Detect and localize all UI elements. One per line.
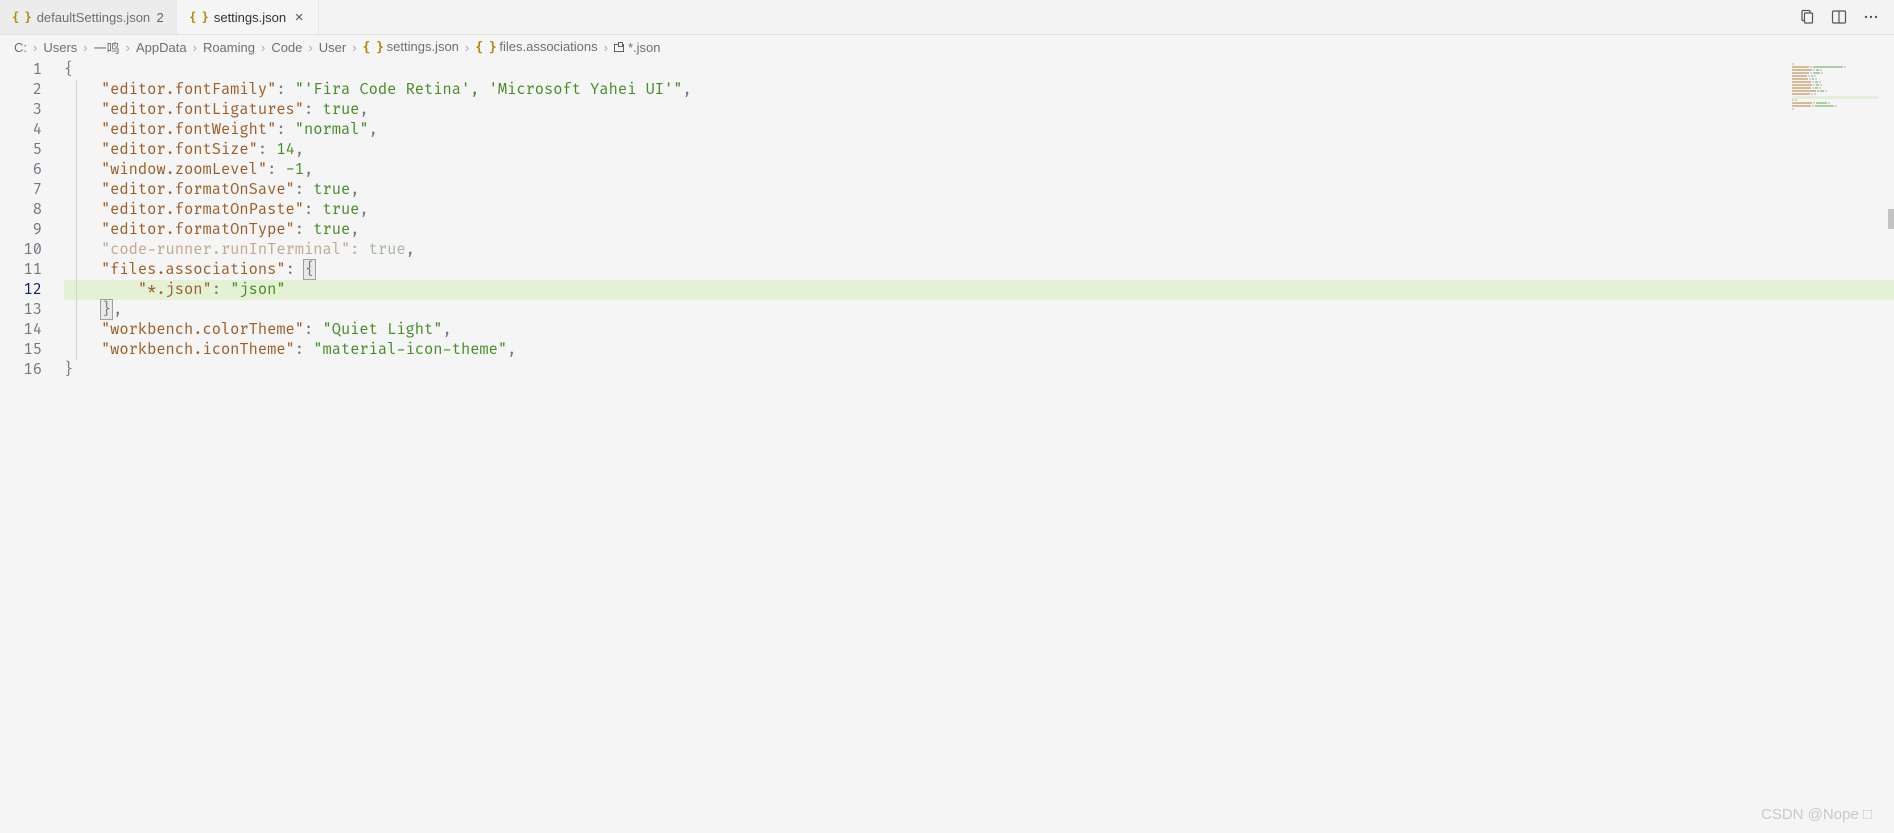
line-number-gutter: 12345678910111213141516 [0,59,64,833]
chevron-right-icon: › [465,40,469,55]
line-number: 12 [0,280,64,300]
breadcrumb-segment[interactable]: { } settings.json [363,39,459,55]
json-icon: { } [189,10,208,24]
code-line[interactable]: "window.zoomLevel": -1, [64,160,1894,180]
breadcrumb-segment[interactable]: { } files.associations [475,39,597,55]
line-number: 2 [0,80,64,100]
more-actions-icon[interactable] [1862,8,1880,26]
line-number: 16 [0,360,64,380]
code-line[interactable]: "editor.fontSize": 14, [64,140,1894,160]
minimap[interactable] [1790,61,1880,113]
code-line[interactable]: "editor.fontLigatures": true, [64,100,1894,120]
code-line[interactable]: { [64,60,1894,80]
open-changes-icon[interactable] [1798,8,1816,26]
code-line[interactable]: "workbench.iconTheme": "material-icon-th… [64,340,1894,360]
line-number: 3 [0,100,64,120]
line-number: 15 [0,340,64,360]
line-number: 13 [0,300,64,320]
breadcrumb-segment[interactable]: *.json [614,40,661,55]
code-line[interactable]: "code-runner.runInTerminal": true, [64,240,1894,260]
code-line[interactable]: "*.json": "json" [64,280,1894,300]
tab-label: defaultSettings.json [37,10,150,25]
line-number: 7 [0,180,64,200]
tab-label: settings.json [214,10,286,25]
chevron-right-icon: › [604,40,608,55]
line-number: 11 [0,260,64,280]
chevron-right-icon: › [352,40,356,55]
chevron-right-icon: › [126,40,130,55]
line-number: 10 [0,240,64,260]
code-line[interactable]: } [64,360,1894,380]
breadcrumb: C: › Users › 一鸣 › AppData › Roaming › Code › User › { … [0,35,1894,59]
code-line[interactable]: "editor.formatOnType": true, [64,220,1894,240]
json-icon: { } [363,40,383,55]
chevron-right-icon: › [261,40,265,55]
chevron-right-icon: › [193,40,197,55]
breadcrumb-segment[interactable]: Code [271,40,302,55]
code-line[interactable]: "workbench.colorTheme": "Quiet Light", [64,320,1894,340]
line-number: 1 [0,60,64,80]
breadcrumb-segment[interactable]: Users [43,40,77,55]
line-number: 5 [0,140,64,160]
json-icon: { } [12,10,31,24]
code-line[interactable]: "editor.formatOnSave": true, [64,180,1894,200]
code-content[interactable]: { "editor.fontFamily": "'Fira Code Retin… [64,59,1894,833]
code-line[interactable]: }, [64,300,1894,320]
scrollbar-thumb[interactable] [1888,209,1894,229]
line-number: 4 [0,120,64,140]
code-editor[interactable]: 12345678910111213141516 { "editor.fontFa… [0,59,1894,833]
chevron-right-icon: › [33,40,37,55]
code-line[interactable]: "editor.fontFamily": "'Fira Code Retina'… [64,80,1894,100]
line-number: 6 [0,160,64,180]
breadcrumb-segment[interactable]: AppData [136,40,187,55]
line-number: 14 [0,320,64,340]
json-icon: { } [475,40,495,55]
breadcrumb-segment[interactable]: 一鸣 [94,38,120,57]
tab-default-settings[interactable]: { } defaultSettings.json 2 [0,0,177,34]
close-icon[interactable]: × [292,10,306,24]
code-line[interactable]: "editor.fontWeight": "normal", [64,120,1894,140]
code-line[interactable]: "files.associations": { [64,260,1894,280]
chevron-right-icon: › [308,40,312,55]
line-number: 8 [0,200,64,220]
tab-settings[interactable]: { } settings.json × [177,0,319,34]
line-number: 9 [0,220,64,240]
split-editor-icon[interactable] [1830,8,1848,26]
tab-modified-count: 2 [156,10,164,25]
breadcrumb-segment[interactable]: User [319,40,346,55]
string-icon [614,44,624,52]
breadcrumb-segment[interactable]: C: [14,40,27,55]
breadcrumb-segment[interactable]: Roaming [203,40,255,55]
code-line[interactable]: "editor.formatOnPaste": true, [64,200,1894,220]
tab-bar: { } defaultSettings.json 2 { } settings.… [0,0,1894,35]
chevron-right-icon: › [83,40,87,55]
